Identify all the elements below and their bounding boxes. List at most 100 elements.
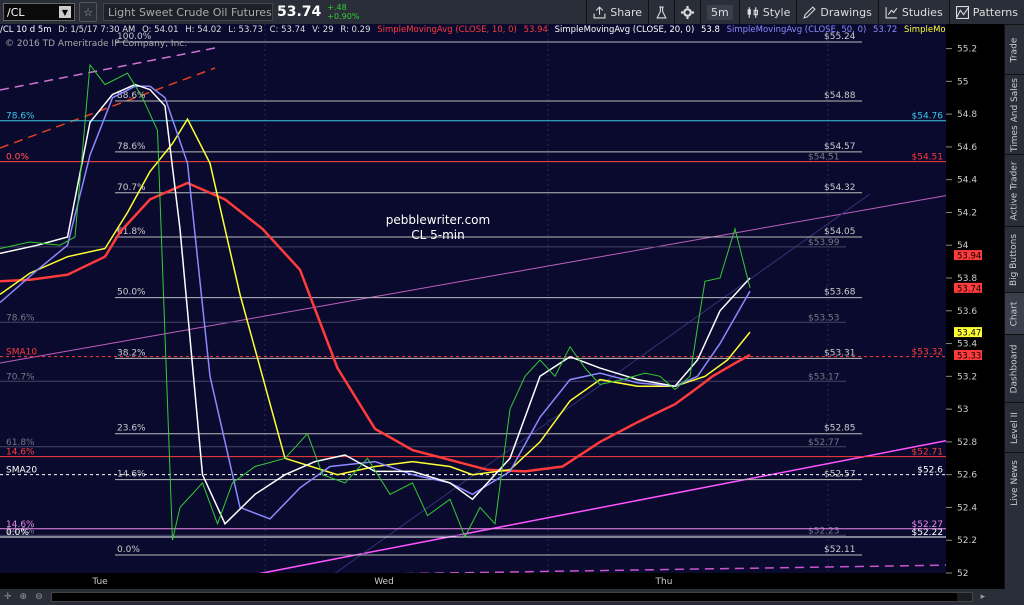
reference-value: $52.6 — [917, 466, 943, 476]
y-axis-tick-label: 52.6 — [957, 471, 977, 481]
annotation-title: CL 5-min — [411, 228, 464, 242]
faded-level-value: $53.99 — [808, 238, 840, 248]
info-item: /CL 10 d 5m — [0, 25, 52, 35]
interval-button[interactable]: 5m — [700, 0, 739, 24]
y-axis-tick-label: 53.4 — [957, 340, 977, 350]
bottom-bar: ✛ ⊕ ⊖ ▸ — [0, 589, 1024, 605]
studies-button[interactable]: Studies — [877, 0, 949, 24]
sidebar-tab-label: Times And Sales — [1009, 78, 1020, 152]
faded-level-label: 61.8% — [6, 438, 35, 448]
fib-level-pct: 0.0% — [117, 545, 140, 555]
style-label: Style — [762, 5, 791, 19]
reference-value: $52.71 — [912, 448, 944, 458]
price-tag-label: 53.94 — [957, 252, 981, 262]
sidebar-tab-label: Big Buttons — [1009, 233, 1020, 287]
y-axis-tick-label: 53.8 — [957, 274, 977, 284]
info-item: SimpleMovingAvg (CLOSE, 10, 0) — [377, 25, 517, 35]
fib-level-value: $54.57 — [824, 142, 856, 152]
faded-level-value: $52.77 — [808, 438, 840, 448]
y-axis-tick-label: 54.4 — [957, 176, 977, 186]
crosshair-icon[interactable]: ✛ — [4, 592, 12, 602]
price-tag-label: 53.33 — [957, 352, 981, 362]
reference-value: $54.76 — [912, 112, 944, 122]
y-axis-tick-label: 53.6 — [957, 307, 977, 317]
sidebar-tab-label: Live News — [1009, 460, 1020, 506]
y-axis: 55.2 55 54.8 54.6 54.4 54.2 54 53.8 53.6 53.4 53.2… — [946, 24, 1005, 589]
symbol-description: Light Sweet Crude Oil Futures,ETH (FEB 1… — [103, 3, 273, 21]
patterns-label: Patterns — [972, 5, 1018, 19]
chevron-down-icon[interactable]: ▼ — [59, 6, 71, 18]
star-icon[interactable]: ☆ — [79, 2, 97, 22]
y-axis-tick-label: 52.8 — [957, 438, 977, 448]
studies-icon — [885, 6, 898, 18]
x-axis-label: Thu — [655, 577, 673, 587]
reference-label: 0.0% — [6, 153, 29, 163]
fib-level-value: $54.32 — [824, 183, 856, 193]
studies-label: Studies — [901, 5, 943, 19]
price-tag-label: 53.47 — [957, 329, 981, 339]
sidebar-tab-live-news[interactable]: Live News — [1005, 452, 1024, 513]
sidebar-tab-active-trader[interactable]: Active Trader — [1005, 154, 1024, 227]
info-item: 53.94 — [523, 25, 548, 35]
settings-button[interactable] — [674, 0, 700, 24]
annotation-site: pebblewriter.com — [386, 213, 490, 227]
info-item: V: 29 — [312, 25, 334, 35]
zoom-icon[interactable]: ⊕ — [20, 592, 28, 602]
zoom-out-icon[interactable]: ⊖ — [35, 592, 43, 602]
sidebar-tab-level-ii[interactable]: Level II — [1005, 402, 1024, 453]
price-chart[interactable]: 100.0% $55.2488.6% $54.8878.6% $54.5770.7% $… — [0, 24, 1005, 589]
sidebar-tab-times-and-sales[interactable]: Times And Sales — [1005, 74, 1024, 155]
sidebar-tab-dashboard[interactable]: Dashboard — [1005, 334, 1024, 403]
faded-level-value: $52.23 — [808, 526, 840, 536]
sidebar-tab-big-buttons[interactable]: Big Buttons — [1005, 226, 1024, 293]
style-button[interactable]: Style — [738, 0, 797, 24]
y-axis-tick-label: 52.4 — [957, 503, 977, 513]
scrollbar-thumb[interactable] — [51, 593, 957, 601]
flask-button[interactable] — [648, 0, 674, 24]
drawings-button[interactable]: Drawings — [796, 0, 877, 24]
sidebar-tab-label: Dashboard — [1009, 344, 1020, 394]
x-axis-background — [0, 573, 946, 589]
fib-level-pct: 78.6% — [117, 142, 146, 152]
reference-value: $52.22 — [912, 528, 944, 538]
price-tag-label: 53.74 — [957, 284, 981, 294]
y-axis-tick-label: 53.2 — [957, 372, 977, 382]
info-item: 53.8 — [700, 25, 720, 35]
y-axis-tick-label: 52 — [957, 569, 968, 579]
sidebar-tab-chart[interactable]: Chart — [1005, 292, 1024, 335]
time-scrollbar[interactable] — [50, 592, 973, 602]
fib-level-value: $52.85 — [824, 424, 856, 434]
scroll-right-icon[interactable]: ▸ — [981, 592, 986, 602]
info-item: SimpleMovingAvg (CLOSE, 20, 0) — [554, 25, 695, 35]
reference-label: SMA10 — [6, 348, 37, 358]
candle-icon — [747, 6, 758, 18]
plot-area — [0, 24, 946, 573]
y-axis-tick-label: 53 — [957, 405, 968, 415]
fib-level-value: $54.05 — [824, 227, 856, 237]
share-button[interactable]: Share — [586, 0, 648, 24]
y-axis-tick-label: 54 — [957, 241, 969, 251]
symbol-selector[interactable]: /CL ▼ — [3, 3, 75, 21]
copyright: © 2016 TD Ameritrade IP Company, Inc. — [5, 39, 188, 49]
sidebar-tab-label: Active Trader — [1009, 161, 1020, 221]
y-axis-tick-label: 54.6 — [957, 143, 977, 153]
price-change: +.48 +0.90% — [327, 3, 359, 21]
sidebar-tab-trade[interactable]: Trade — [1005, 24, 1024, 75]
gear-icon — [681, 5, 695, 19]
share-label: Share — [610, 5, 643, 19]
top-toolbar: /CL ▼ ☆ Light Sweet Crude Oil Futures,ET… — [0, 0, 1024, 25]
pencil-icon — [803, 5, 817, 19]
flask-icon — [656, 6, 667, 18]
reference-label: 0.0% — [6, 528, 29, 538]
reference-value: $53.32 — [912, 348, 944, 358]
sidebar-tab-label: Chart — [1009, 301, 1020, 327]
info-item: O: 54.01 — [142, 25, 179, 35]
faded-level-label: 70.7% — [6, 372, 35, 382]
study-info-line: /CL 10 d 5m D: 1/5/17 7:30 AM O: 54.01 H… — [0, 25, 945, 37]
patterns-button[interactable]: Patterns — [948, 0, 1024, 24]
reference-value: $54.51 — [912, 153, 944, 163]
reference-label: 14.6% — [6, 448, 35, 458]
change-percent: +0.90% — [327, 12, 360, 21]
sidebar-tab-label: Trade — [1009, 37, 1020, 63]
info-item: L: 53.73 — [228, 25, 263, 35]
